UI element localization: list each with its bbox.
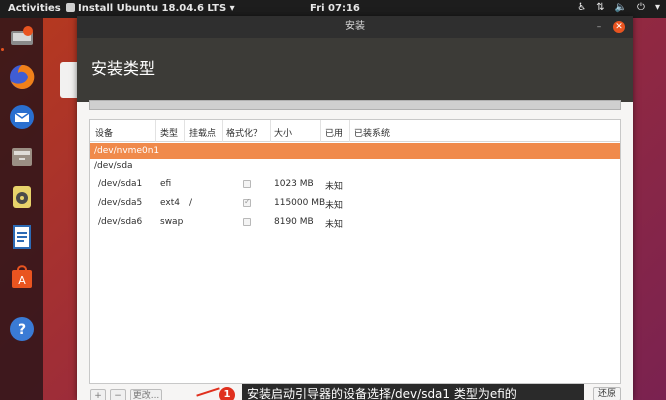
column-separator bbox=[270, 120, 271, 142]
used-cell: 未知 bbox=[325, 220, 344, 230]
column-separator bbox=[320, 120, 321, 142]
type-cell: ext4 bbox=[160, 198, 180, 208]
size-cell: 8190 MB bbox=[274, 217, 314, 227]
table-header: 设备 类型 挂载点 格式化？ 大小 已用 已装系统 bbox=[90, 120, 620, 142]
firefox-icon[interactable] bbox=[7, 62, 37, 92]
type-cell: efi bbox=[160, 179, 172, 189]
clock[interactable]: Fri 07:16 bbox=[310, 3, 360, 14]
app-menu-label: Install Ubuntu 18.04.6 LTS ▾ bbox=[78, 3, 235, 14]
annotation-callout: 安装启动引导器的设备选择/dev/sda1 类型为efi的 bbox=[242, 384, 584, 400]
svg-text:A: A bbox=[18, 274, 26, 287]
change-partition-button[interactable]: 更改... bbox=[130, 389, 162, 400]
device-cell: /dev/sda bbox=[94, 161, 133, 171]
installer-app-icon bbox=[66, 3, 75, 12]
partition-bar bbox=[89, 100, 621, 110]
column-separator bbox=[349, 120, 350, 142]
activities-button[interactable]: Activities bbox=[8, 3, 61, 14]
size-cell: 115000 MB bbox=[274, 198, 326, 208]
mount-cell: / bbox=[189, 198, 193, 208]
revert-button[interactable]: 还原 bbox=[593, 387, 621, 400]
column-installed-system[interactable]: 已装系统 bbox=[354, 126, 390, 139]
table-row[interactable]: /dev/sda bbox=[90, 158, 620, 174]
dock: A ? bbox=[0, 18, 43, 400]
minimize-button[interactable]: – bbox=[593, 21, 605, 33]
software-center-icon[interactable]: A bbox=[7, 262, 37, 292]
svg-text:?: ? bbox=[18, 322, 26, 338]
installer-icon[interactable] bbox=[7, 22, 37, 52]
system-tray[interactable]: ♿ ⇅ 🔈 ⏻ ▾ bbox=[577, 2, 660, 13]
device-cell: /dev/nvme0n1 bbox=[94, 146, 160, 156]
step-badge: 1 bbox=[219, 387, 235, 400]
column-size[interactable]: 大小 bbox=[274, 126, 292, 139]
app-menu[interactable]: Install Ubuntu 18.04.6 LTS ▾ bbox=[66, 3, 235, 14]
volume-icon[interactable]: 🔈 bbox=[615, 2, 627, 13]
column-mount[interactable]: 挂载点 bbox=[189, 126, 216, 139]
power-icon[interactable]: ⏻ bbox=[637, 2, 645, 13]
size-cell: 1023 MB bbox=[274, 179, 314, 189]
column-separator bbox=[155, 120, 156, 142]
page-title: 安装类型 bbox=[91, 59, 156, 78]
device-cell: /dev/sda5 bbox=[98, 198, 143, 208]
column-separator bbox=[184, 120, 185, 142]
format-checkbox[interactable] bbox=[243, 218, 251, 226]
page-header: 安装类型 bbox=[77, 38, 633, 102]
column-device[interactable]: 设备 bbox=[95, 126, 113, 139]
device-cell: /dev/sda1 bbox=[98, 179, 143, 189]
close-button[interactable]: ✕ bbox=[613, 21, 625, 33]
network-icon[interactable]: ⇅ bbox=[596, 2, 604, 13]
add-partition-button[interactable]: + bbox=[90, 389, 106, 400]
accessibility-icon[interactable]: ♿ bbox=[577, 2, 586, 13]
device-cell: /dev/sda6 bbox=[98, 217, 143, 227]
table-row[interactable]: /dev/sda1 efi 1023 MB 未知 bbox=[90, 176, 620, 192]
rhythmbox-icon[interactable] bbox=[7, 182, 37, 212]
column-format[interactable]: 格式化？ bbox=[226, 126, 262, 139]
format-checkbox[interactable] bbox=[243, 180, 251, 188]
partition-table[interactable]: 设备 类型 挂载点 格式化？ 大小 已用 已装系统 /dev/nvme0n1 /… bbox=[89, 119, 621, 384]
column-used[interactable]: 已用 bbox=[325, 126, 343, 139]
table-row[interactable]: /dev/sda5 ext4 / 115000 MB 未知 bbox=[90, 195, 620, 211]
used-cell: 未知 bbox=[325, 182, 344, 192]
thunderbird-icon[interactable] bbox=[7, 102, 37, 132]
used-cell: 未知 bbox=[325, 201, 344, 211]
column-separator bbox=[222, 120, 223, 142]
column-type[interactable]: 类型 bbox=[160, 126, 178, 139]
table-row[interactable]: /dev/nvme0n1 bbox=[90, 143, 620, 159]
chevron-down-icon[interactable]: ▾ bbox=[655, 2, 660, 13]
remove-partition-button[interactable]: − bbox=[110, 389, 126, 400]
files-icon[interactable] bbox=[7, 142, 37, 172]
window-titlebar[interactable]: 安装 – ✕ bbox=[77, 16, 633, 38]
active-indicator bbox=[1, 48, 4, 51]
type-cell: swap bbox=[160, 217, 184, 227]
table-row[interactable]: /dev/sda6 swap 8190 MB 未知 bbox=[90, 214, 620, 230]
help-icon[interactable]: ? bbox=[7, 314, 37, 344]
writer-icon[interactable] bbox=[7, 222, 37, 252]
window-title: 安装 bbox=[345, 21, 365, 32]
installer-window: 安装 – ✕ 安装类型 设备 类型 挂载点 格式化？ 大小 已用 已装系统 /d… bbox=[77, 16, 633, 400]
format-checkbox[interactable] bbox=[243, 197, 251, 207]
